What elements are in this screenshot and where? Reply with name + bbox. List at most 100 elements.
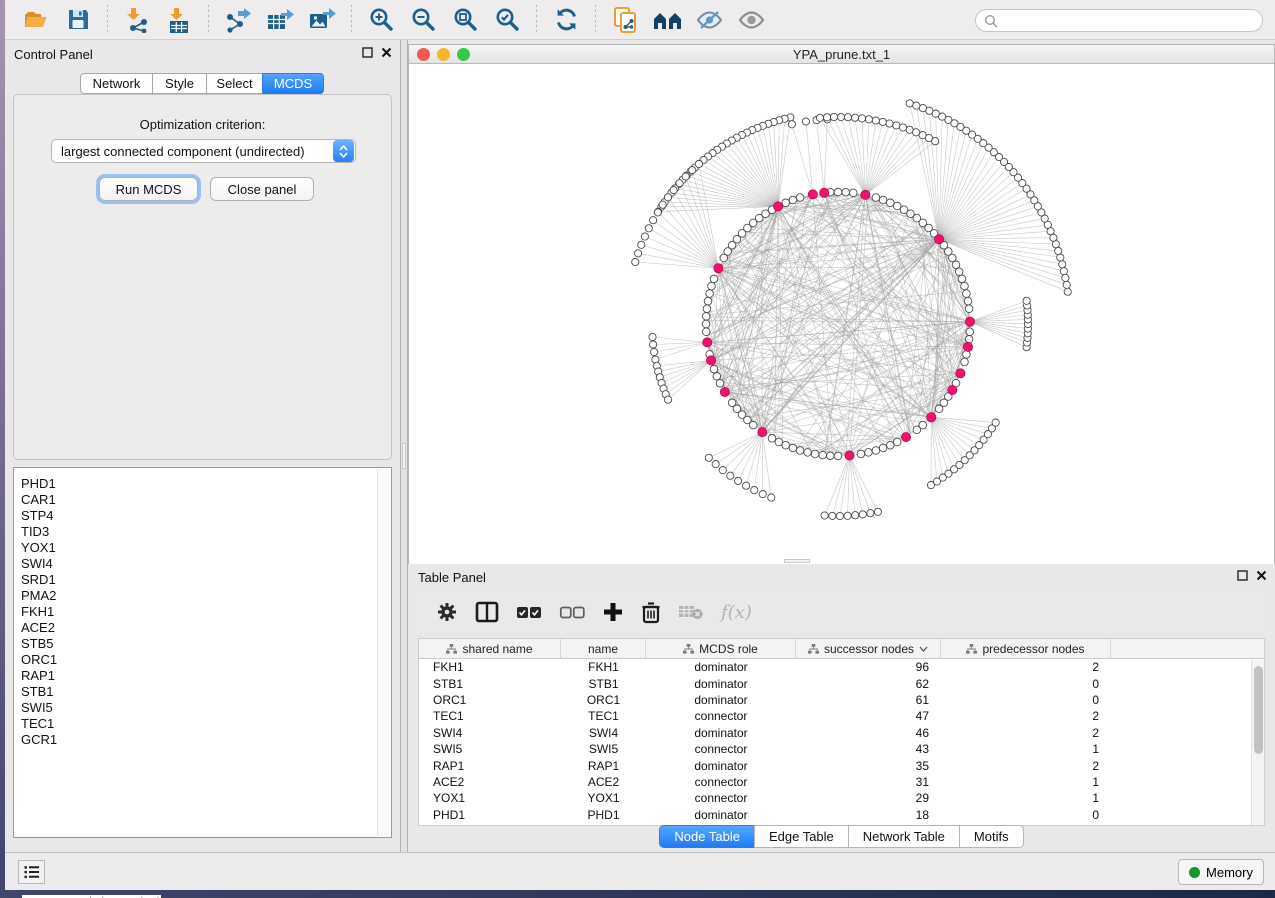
cell-predecessor-nodes[interactable]: 0 — [941, 808, 1111, 822]
table-row[interactable]: TEC1TEC1connector472 — [419, 708, 1264, 724]
tab-node-table[interactable]: Node Table — [659, 825, 754, 848]
cell-name[interactable]: SWI5 — [561, 742, 646, 756]
cell-predecessor-nodes[interactable]: 0 — [941, 693, 1111, 707]
zoom-in-button[interactable] — [364, 4, 398, 36]
cell-name[interactable]: STB1 — [561, 677, 646, 691]
cell-name[interactable]: RAP1 — [561, 759, 646, 773]
export-table-button[interactable] — [263, 4, 297, 36]
tab-style[interactable]: Style — [152, 73, 206, 94]
zoom-selected-button[interactable] — [490, 4, 524, 36]
cell-successor-nodes[interactable]: 35 — [796, 759, 941, 773]
search-field[interactable] — [975, 9, 1263, 32]
import-table-button[interactable] — [162, 4, 196, 36]
table-row[interactable]: ACE2ACE2connector311 — [419, 774, 1264, 790]
run-mcds-button[interactable]: Run MCDS — [99, 177, 198, 201]
mcds-node-item[interactable]: SRD1 — [21, 572, 378, 588]
mcds-node-item[interactable]: ACE2 — [21, 620, 378, 636]
save-session-button[interactable] — [61, 4, 95, 36]
cell-successor-nodes[interactable]: 18 — [796, 808, 941, 822]
import-network-button[interactable] — [120, 4, 154, 36]
mcds-node-item[interactable]: PMA2 — [21, 588, 378, 604]
cell-successor-nodes[interactable]: 43 — [796, 742, 941, 756]
cell-shared-name[interactable]: SWI5 — [419, 742, 561, 756]
cell-MCDS-role[interactable]: dominator — [646, 759, 796, 773]
delete-table-button[interactable] — [678, 603, 704, 621]
tab-edge-table[interactable]: Edge Table — [754, 825, 848, 848]
show-columns-button[interactable] — [475, 601, 499, 623]
cell-shared-name[interactable]: PHD1 — [419, 808, 561, 822]
cell-successor-nodes[interactable]: 46 — [796, 726, 941, 740]
network-canvas[interactable] — [409, 64, 1274, 564]
tab-mcds[interactable]: MCDS — [262, 73, 324, 94]
table-row[interactable]: PHD1PHD1dominator180 — [419, 807, 1264, 823]
cell-predecessor-nodes[interactable]: 2 — [941, 660, 1111, 674]
mcds-node-item[interactable]: GCR1 — [21, 732, 378, 748]
cell-MCDS-role[interactable]: connector — [646, 742, 796, 756]
cell-successor-nodes[interactable]: 31 — [796, 775, 941, 789]
task-history-button[interactable] — [18, 860, 45, 884]
cell-predecessor-nodes[interactable]: 2 — [941, 726, 1111, 740]
mcds-node-item[interactable]: PHD1 — [21, 476, 378, 492]
mcds-node-item[interactable]: FKH1 — [21, 604, 378, 620]
cell-name[interactable]: PHD1 — [561, 808, 646, 822]
zoom-fit-button[interactable] — [448, 4, 482, 36]
tab-network[interactable]: Network — [80, 73, 152, 94]
cell-shared-name[interactable]: STB1 — [419, 677, 561, 691]
mcds-node-item[interactable]: STP4 — [21, 508, 378, 524]
cell-successor-nodes[interactable]: 61 — [796, 693, 941, 707]
cell-shared-name[interactable]: FKH1 — [419, 660, 561, 674]
show-all-button[interactable] — [734, 4, 768, 36]
float-panel-icon[interactable] — [1237, 570, 1248, 581]
column-header-shared-name[interactable]: shared name — [419, 639, 561, 658]
scrollbar-thumb[interactable] — [1254, 666, 1263, 754]
cell-predecessor-nodes[interactable]: 2 — [941, 759, 1111, 773]
deselect-all-button[interactable] — [559, 604, 585, 620]
cell-MCDS-role[interactable]: dominator — [646, 726, 796, 740]
mcds-node-item[interactable]: SWI5 — [21, 700, 378, 716]
column-header-name[interactable]: name — [561, 639, 646, 658]
cell-MCDS-role[interactable]: connector — [646, 775, 796, 789]
mcds-node-item[interactable]: ORC1 — [21, 652, 378, 668]
table-row[interactable]: STB1STB1dominator620 — [419, 675, 1264, 691]
cell-name[interactable]: YOX1 — [561, 791, 646, 805]
cell-predecessor-nodes[interactable]: 1 — [941, 742, 1111, 756]
open-file-button[interactable] — [19, 4, 53, 36]
mcds-list-scrollbar[interactable] — [377, 469, 390, 836]
float-panel-icon[interactable] — [362, 47, 373, 58]
close-panel-button[interactable]: Close panel — [210, 177, 314, 201]
search-input[interactable] — [998, 14, 1262, 28]
mcds-node-item[interactable]: STB5 — [21, 636, 378, 652]
tab-network-table[interactable]: Network Table — [848, 825, 959, 848]
table-row[interactable]: SWI4SWI4dominator462 — [419, 725, 1264, 741]
close-panel-icon[interactable] — [1256, 570, 1267, 581]
cell-predecessor-nodes[interactable]: 0 — [941, 677, 1111, 691]
table-settings-button[interactable] — [436, 601, 458, 623]
table-row[interactable]: RAP1RAP1dominator352 — [419, 757, 1264, 773]
cell-shared-name[interactable]: SWI4 — [419, 726, 561, 740]
horizontal-splitter-grabber[interactable] — [784, 559, 810, 563]
network-from-selection-button[interactable] — [608, 4, 642, 36]
export-network-button[interactable] — [221, 4, 255, 36]
vertical-splitter[interactable] — [400, 40, 408, 852]
table-row[interactable]: FKH1FKH1dominator962 — [419, 659, 1264, 675]
mcds-node-item[interactable]: SWI4 — [21, 556, 378, 572]
splitter-grabber[interactable] — [402, 443, 406, 469]
mcds-node-item[interactable]: STB1 — [21, 684, 378, 700]
cell-MCDS-role[interactable]: connector — [646, 709, 796, 723]
column-header-MCDS-role[interactable]: MCDS role — [646, 639, 796, 658]
cell-name[interactable]: ORC1 — [561, 693, 646, 707]
cell-shared-name[interactable]: ACE2 — [419, 775, 561, 789]
column-header-successor-nodes[interactable]: successor nodes — [796, 639, 941, 658]
export-image-button[interactable] — [305, 4, 339, 36]
table-row[interactable]: ORC1ORC1dominator610 — [419, 692, 1264, 708]
cell-name[interactable]: SWI4 — [561, 726, 646, 740]
add-row-button[interactable] — [602, 601, 624, 623]
cell-predecessor-nodes[interactable]: 1 — [941, 791, 1111, 805]
cell-MCDS-role[interactable]: connector — [646, 791, 796, 805]
refresh-view-button[interactable] — [549, 4, 583, 36]
cell-MCDS-role[interactable]: dominator — [646, 677, 796, 691]
cell-predecessor-nodes[interactable]: 1 — [941, 775, 1111, 789]
cell-shared-name[interactable]: TEC1 — [419, 709, 561, 723]
cell-MCDS-role[interactable]: dominator — [646, 660, 796, 674]
cell-shared-name[interactable]: ORC1 — [419, 693, 561, 707]
